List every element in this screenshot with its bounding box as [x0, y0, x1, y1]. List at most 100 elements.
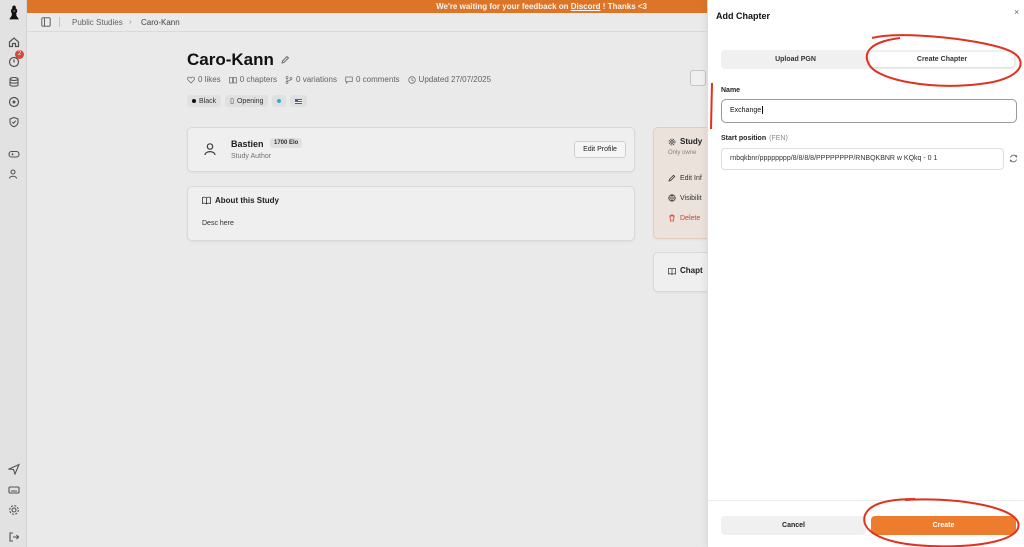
comments-count: 0 comments: [355, 75, 400, 84]
page-title: Caro-Kann: [187, 50, 274, 69]
tag-color-label: Black: [199, 97, 217, 105]
fen-input[interactable]: rnbqkbnr/pppppppp/8/8/8/8/PPPPPPPP/RNBQK…: [721, 148, 1004, 170]
us-flag-icon: [295, 98, 303, 104]
keyboard-icon[interactable]: [7, 483, 20, 496]
text-caret: [762, 106, 764, 115]
toggle-sidebar-icon[interactable]: [41, 17, 51, 27]
chapters-title: Chapt: [680, 266, 703, 275]
study-settings-title: Study: [680, 137, 703, 146]
black-dot-icon: [192, 99, 196, 103]
banner-text: We're waiting for your feedback on: [436, 2, 571, 11]
chapters-count: 0 chapters: [239, 75, 278, 84]
book-open-icon: [668, 267, 676, 275]
comment-icon: [345, 76, 353, 84]
edit-study-button[interactable]: [690, 70, 706, 86]
chapter-name-input[interactable]: Exchange: [721, 99, 1017, 123]
breadcrumb-current: Caro-Kann: [141, 18, 180, 27]
fen-label: Start position (FEN): [721, 135, 788, 142]
app-logo[interactable]: ♝: [6, 3, 22, 24]
study-stats: 0 likes 0 chapters 0 variations 0 commen…: [187, 75, 491, 84]
study-settings-card: Study Only owne Edit Inf Visibilit Delet…: [653, 127, 713, 239]
about-heading: About this Study: [202, 196, 279, 205]
delete-item[interactable]: Delete: [668, 214, 700, 222]
author-name: Bastien: [231, 139, 264, 149]
author-card: Bastien 1700 Elo Study Author Edit Profi…: [187, 127, 635, 172]
visibility-label: Visibilit: [680, 194, 702, 202]
divider: [59, 17, 60, 27]
feedback-banner: We're waiting for your feedback on Disco…: [27, 0, 707, 13]
home-icon[interactable]: [7, 35, 20, 48]
likes-count: 0 likes: [198, 75, 221, 84]
tab-upload-pgn[interactable]: Upload PGN: [723, 52, 868, 67]
author-role: Study Author: [231, 153, 272, 160]
drawer-title: Add Chapter: [716, 11, 770, 21]
study-tags: Black ▯ Opening: [187, 95, 308, 107]
status-dot-icon: [277, 99, 282, 103]
comments-stat: 0 comments: [345, 75, 400, 84]
chapter-mode-tabs: Upload PGN Create Chapter: [721, 50, 1016, 69]
visibility-item[interactable]: Visibilit: [668, 194, 702, 202]
book-open-icon: [202, 196, 211, 205]
delete-label: Delete: [680, 214, 701, 222]
about-card: About this Study Desc here: [187, 186, 635, 241]
user-avatar-icon: [204, 143, 216, 156]
chapters-card: Chapt: [653, 252, 713, 292]
trash-icon: [669, 214, 675, 222]
top-bar: Public Studies › Caro-Kann: [27, 13, 707, 32]
about-title: About this Study: [215, 196, 279, 205]
about-description: Desc here: [202, 220, 234, 227]
tag-color: Black: [187, 95, 222, 107]
close-icon[interactable]: ×: [1014, 7, 1019, 17]
send-icon[interactable]: [7, 462, 20, 475]
tab-create-chapter[interactable]: Create Chapter: [870, 52, 1014, 67]
edit-info-label: Edit Inf: [680, 174, 702, 182]
logout-icon[interactable]: [7, 530, 20, 543]
chapters-heading: Chapt: [668, 266, 703, 275]
fen-hint: (FEN): [769, 135, 788, 142]
breadcrumb-public-studies[interactable]: Public Studies: [72, 18, 123, 27]
clock-icon: [407, 75, 416, 84]
study-settings-heading: Study: [668, 137, 702, 146]
likes-stat: 0 likes: [187, 75, 221, 84]
gear-icon: [668, 138, 676, 145]
shield-icon[interactable]: [7, 115, 20, 128]
chapter-name-value: Exchange: [730, 107, 762, 114]
reset-position-icon[interactable]: [1009, 154, 1018, 163]
create-button[interactable]: Create: [871, 516, 1016, 535]
elo-badge: 1700 Elo: [270, 138, 303, 148]
edit-profile-button[interactable]: Edit Profile: [574, 141, 626, 158]
tag-category-label: Opening: [236, 97, 264, 105]
notification-badge: 2: [15, 50, 24, 59]
study-settings-subtitle: Only owne: [668, 150, 697, 156]
edit-info-item[interactable]: Edit Inf: [668, 174, 702, 182]
chapters-stat: 0 chapters: [228, 75, 278, 84]
chevron-right-icon: ›: [129, 17, 132, 26]
tag-category: ▯ Opening: [225, 95, 269, 107]
tag-flag: [290, 95, 308, 107]
book-icon: [228, 76, 237, 83]
database-icon[interactable]: [7, 75, 20, 88]
cancel-button[interactable]: Cancel: [721, 516, 866, 535]
users-icon[interactable]: [7, 167, 20, 180]
add-chapter-drawer: Add Chapter × Upload PGN Create Chapter …: [707, 0, 1024, 547]
branch-icon: [285, 75, 293, 84]
gear-icon[interactable]: [7, 503, 20, 516]
discord-link[interactable]: Discord: [571, 2, 601, 11]
tag-status: [272, 95, 287, 107]
footer-divider: [708, 500, 1024, 501]
explore-icon[interactable]: [7, 95, 20, 108]
updated-date: Updated 27/07/2025: [418, 75, 492, 84]
pencil-icon: [668, 174, 676, 182]
pencil-icon[interactable]: [280, 55, 290, 65]
name-label: Name: [721, 87, 741, 94]
book-icon: ▯: [230, 98, 234, 105]
heart-icon: [187, 76, 195, 84]
globe-icon: [668, 194, 676, 202]
sidebar: ♝ 2: [0, 0, 27, 547]
fen-label-text: Start position: [721, 135, 767, 142]
updated-stat: Updated 27/07/2025: [407, 75, 492, 84]
banner-text-end: ! Thanks <3: [600, 2, 647, 11]
gamepad-icon[interactable]: [7, 147, 20, 160]
variations-stat: 0 variations: [285, 75, 337, 84]
variations-count: 0 variations: [296, 75, 337, 84]
